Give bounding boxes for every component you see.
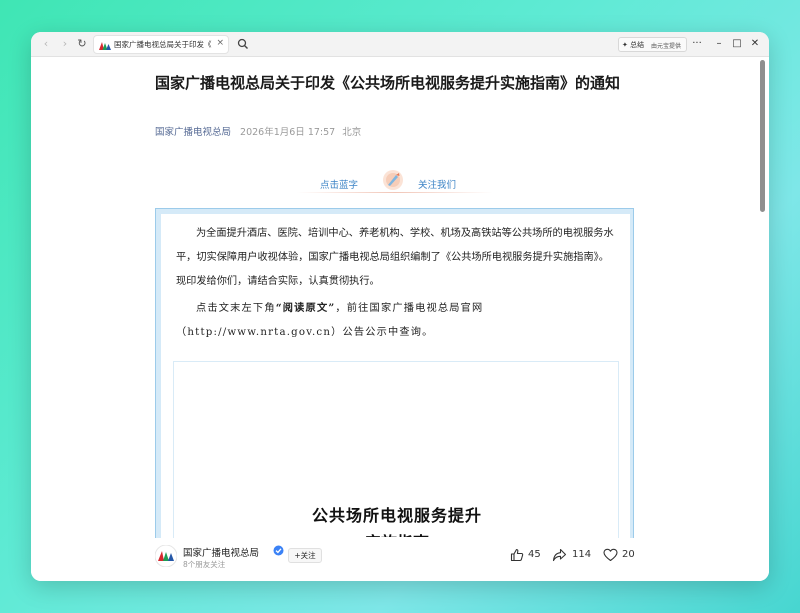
summary-label: ✦ 总结 (622, 41, 645, 49)
publish-location: 北京 (342, 127, 362, 138)
publish-date: 2026年1月6日 17:57 (240, 127, 336, 138)
avatar[interactable] (155, 545, 177, 567)
like-count: 45 (528, 549, 541, 560)
document-heading-line2: 实施指南 (174, 529, 620, 537)
banner-left-text: 点击蓝字 (320, 180, 359, 191)
article-meta: 国家广播电视总局 2026年1月6日 17:57 北京 (155, 124, 361, 138)
paragraph-read-original: 点击文末左下角“阅读原文”，前往国家广播电视总局官网（http://www.nr… (176, 302, 484, 338)
friends-following: 8个朋友关注 (183, 560, 226, 569)
more-menu-button[interactable]: ··· (690, 37, 704, 51)
content-inner: 为全面提升酒店、医院、培训中心、养老机构、学校、机场及高铁站等公共场所的电视服务… (161, 214, 630, 581)
tab-title: 国家广播电视总局关于印发《 (114, 40, 212, 49)
account-name[interactable]: 国家广播电视总局 (183, 545, 259, 559)
close-button[interactable]: ✕ (748, 37, 762, 51)
document-heading: 公共场所电视服务提升 (311, 506, 482, 525)
author-link[interactable]: 国家广播电视总局 (155, 127, 231, 138)
nrta-logo-icon (99, 42, 111, 50)
heart-icon[interactable] (603, 548, 618, 562)
bottom-action-bar: 国家广播电视总局 +关注 8个朋友关注 45 114 20 (31, 538, 769, 581)
reload-button[interactable]: ↻ (75, 37, 89, 51)
search-icon[interactable] (236, 37, 250, 51)
maximize-button[interactable]: □ (730, 37, 744, 51)
share-count: 114 (572, 549, 592, 560)
summary-provider: 由元宝提供 (651, 43, 682, 50)
browser-window: ‹ › ↻ 国家广播电视总局关于印发《 × ✦ 总结 由元宝提供 ··· – □… (31, 32, 769, 581)
title-bar: ‹ › ↻ 国家广播电视总局关于印发《 × ✦ 总结 由元宝提供 ··· – □… (31, 32, 769, 57)
banner-divider (297, 192, 493, 193)
back-button[interactable]: ‹ (39, 37, 53, 51)
scrollbar-thumb[interactable] (760, 60, 765, 212)
follow-banner: 点击蓝字 关注我们 (297, 168, 493, 194)
tab-close-button[interactable]: × (216, 38, 224, 48)
article-title: 国家广播电视总局关于印发《公共场所电视服务提升实施指南》的通知 (155, 74, 621, 92)
favorite-count: 20 (622, 549, 635, 560)
banner-right-text: 关注我们 (418, 180, 457, 191)
thumbs-up-icon[interactable] (510, 548, 524, 562)
forward-button[interactable]: › (58, 37, 72, 51)
minimize-button[interactable]: – (712, 37, 726, 51)
tab-article[interactable]: 国家广播电视总局关于印发《 × (93, 35, 229, 54)
banner-logo-icon (383, 170, 403, 190)
paragraph-intro: 为全面提升酒店、医院、培训中心、养老机构、学校、机场及高铁站等公共场所的电视服务… (176, 228, 614, 287)
verified-badge-icon (273, 545, 284, 556)
summary-button[interactable]: ✦ 总结 由元宝提供 (618, 37, 687, 52)
content-frame: 为全面提升酒店、医院、培训中心、养老机构、学校、机场及高铁站等公共场所的电视服务… (155, 208, 634, 581)
share-icon[interactable] (552, 548, 567, 562)
follow-button[interactable]: +关注 (288, 548, 322, 563)
